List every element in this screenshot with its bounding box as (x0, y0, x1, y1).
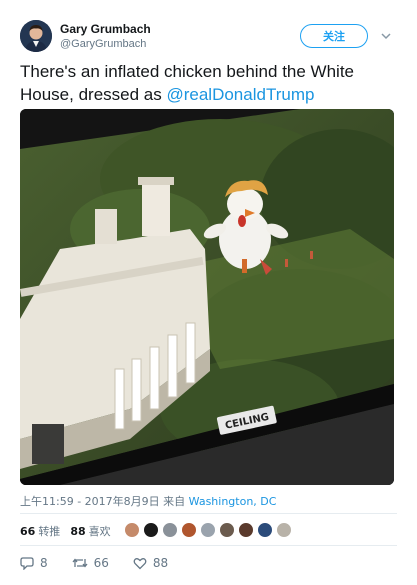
liker-avatar[interactable] (200, 522, 216, 538)
engagement-stats: 66 转推 88 喜欢 (20, 523, 121, 539)
like-count: 88 (152, 556, 169, 570)
liker-avatar[interactable] (219, 522, 235, 538)
location-link[interactable]: Washington, DC (189, 495, 277, 508)
reply-count: 8 (40, 556, 48, 570)
likes-stat[interactable]: 88 喜欢 (70, 523, 110, 539)
retweets-label: 转推 (38, 525, 61, 538)
mention-link[interactable]: @realDonaldTrump (166, 85, 314, 104)
retweet-icon (72, 558, 88, 568)
likes-count: 88 (70, 525, 86, 538)
liker-avatar[interactable] (124, 522, 140, 538)
chevron-down-icon[interactable] (380, 30, 392, 42)
action-bar: 8 66 88 (20, 555, 192, 571)
divider (20, 513, 397, 514)
liker-avatar[interactable] (276, 522, 292, 538)
liker-avatars (124, 522, 295, 538)
tweet-text: There's an inflated chicken behind the W… (20, 60, 400, 106)
liker-avatar[interactable] (257, 522, 273, 538)
liker-avatar[interactable] (143, 522, 159, 538)
retweet-button[interactable]: 66 (72, 556, 109, 570)
liker-avatar[interactable] (181, 522, 197, 538)
reply-button[interactable]: 8 (20, 556, 48, 570)
like-button[interactable]: 88 (133, 556, 168, 570)
likes-label: 喜欢 (88, 525, 111, 538)
liker-avatar[interactable] (162, 522, 178, 538)
reply-icon (20, 557, 34, 570)
author-name[interactable]: Gary Grumbach (60, 22, 151, 36)
avatar[interactable] (20, 20, 52, 52)
follow-button[interactable]: 关注 (300, 24, 368, 48)
timestamp[interactable]: 上午11:59 - 2017年8月9日 来自 (20, 495, 185, 508)
tweet-photo[interactable]: CEILING (20, 109, 394, 485)
heart-icon (133, 558, 147, 570)
retweet-count: 66 (93, 556, 109, 570)
retweets-count: 66 (20, 525, 36, 538)
tweet-meta: 上午11:59 - 2017年8月9日 来自 Washington, DC (20, 493, 276, 509)
author-handle[interactable]: @GaryGrumbach (60, 38, 146, 50)
liker-avatar[interactable] (238, 522, 254, 538)
retweets-stat[interactable]: 66 转推 (20, 523, 60, 539)
divider (20, 545, 397, 546)
tweet-card: Gary Grumbach @GaryGrumbach 关注 There's a… (0, 0, 417, 585)
photo-scene: CEILING (20, 109, 394, 485)
